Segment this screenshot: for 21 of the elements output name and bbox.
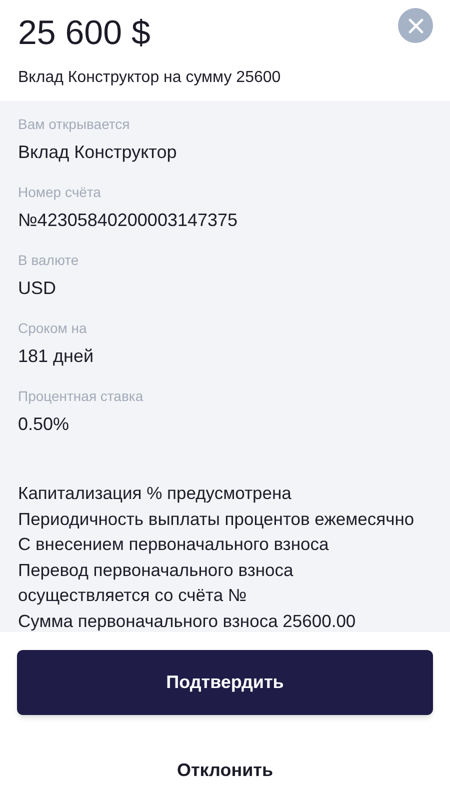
field-label: Сроком на bbox=[18, 319, 87, 337]
condition-text: Периодичность выплаты процентов ежемесячно bbox=[18, 508, 414, 531]
field-value: 0.50% bbox=[18, 413, 70, 435]
condition-text: Перевод первоначального взноса осуществляется со счёта № bbox=[18, 558, 294, 607]
field-value: Вклад Конструктор bbox=[18, 141, 177, 163]
confirm-button[interactable]: Подтвердить bbox=[17, 650, 433, 715]
condition-text: Капитализация % предусмотрена bbox=[18, 482, 292, 505]
field-label: Номер счёта bbox=[18, 183, 101, 201]
field-label: Процентная ставка bbox=[18, 387, 144, 405]
condition-text: С внесением первоначального взноса bbox=[18, 533, 329, 556]
field-label: В валюте bbox=[18, 251, 79, 269]
amount-title: 25 600 $ bbox=[18, 13, 150, 54]
field-label: Вам открывается bbox=[18, 115, 130, 133]
decline-button[interactable]: Отклонить bbox=[168, 753, 282, 788]
close-button[interactable] bbox=[398, 8, 433, 43]
field-value: №42305840200003147375 bbox=[18, 209, 238, 231]
close-icon bbox=[408, 18, 424, 34]
subtitle: Вклад Конструктор на сумму 25600 bbox=[18, 68, 281, 88]
field-value: USD bbox=[18, 277, 56, 299]
field-value: 181 дней bbox=[18, 345, 94, 367]
condition-text: Сумма первоначального взноса 25600.00 bbox=[18, 610, 356, 632]
